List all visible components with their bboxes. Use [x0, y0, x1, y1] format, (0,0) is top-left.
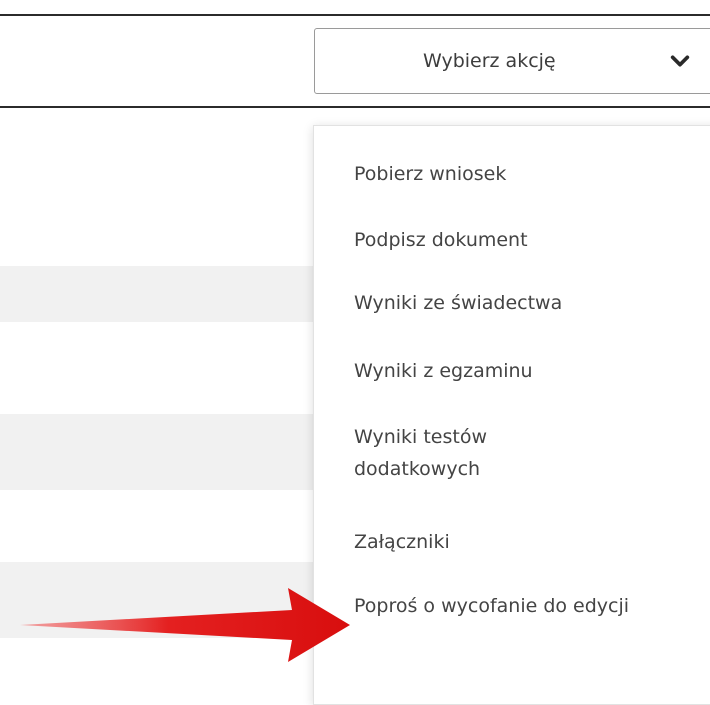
menu-item-popros-o-wycofanie[interactable]: Poproś o wycofanie do edycji: [354, 590, 654, 622]
action-select[interactable]: Wybierz akcję: [314, 28, 710, 94]
top-divider: [0, 14, 710, 16]
menu-item-podpisz-dokument[interactable]: Podpisz dokument: [354, 224, 694, 256]
menu-item-wyniki-testow-dodatkowych[interactable]: Wyniki testów dodatkowych: [354, 421, 564, 486]
menu-item-pobierz-wniosek[interactable]: Pobierz wniosek: [354, 158, 694, 190]
table-row: [0, 266, 315, 322]
action-select-label: Wybierz akcję: [423, 50, 556, 72]
header-divider: [0, 106, 710, 108]
chevron-down-icon: [670, 55, 690, 67]
red-arrow-icon: [20, 588, 350, 662]
menu-item-zalaczniki[interactable]: Załączniki: [354, 526, 694, 558]
menu-item-wyniki-z-egzaminu[interactable]: Wyniki z egzaminu: [354, 355, 694, 387]
table-row: [0, 414, 315, 490]
action-dropdown-menu: Pobierz wniosek Podpisz dokument Wyniki …: [313, 125, 710, 705]
menu-item-wyniki-ze-swiadectwa[interactable]: Wyniki ze świadectwa: [354, 287, 694, 319]
